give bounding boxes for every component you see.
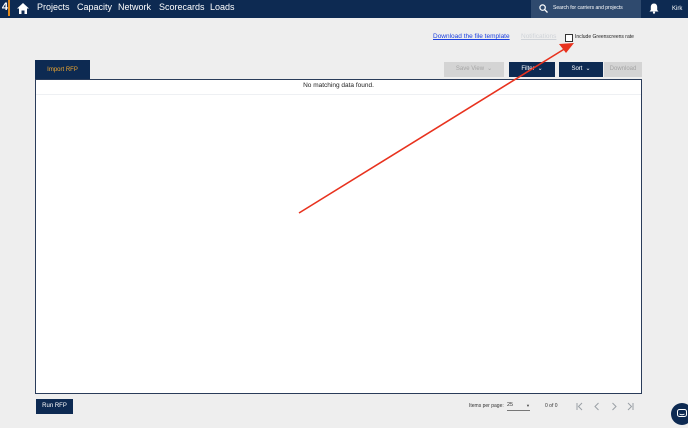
chevron-down-icon: ⌄ [487, 66, 493, 72]
previous-page-icon[interactable] [593, 402, 601, 411]
table-header-divider [36, 94, 641, 95]
search-input[interactable]: Search for carriers and projects [531, 0, 641, 18]
search-placeholder: Search for carriers and projects [553, 5, 623, 11]
items-per-page-value: 25 [507, 402, 514, 408]
sort-label: Sort [571, 66, 583, 72]
greenscreens-checkbox-label: Include Greenscreens rate [575, 34, 634, 40]
filter-label: Filter [521, 66, 535, 72]
filter-button[interactable]: Filter ⌄ [509, 62, 555, 77]
first-page-icon[interactable] [576, 402, 584, 411]
nav-projects[interactable]: Projects [37, 2, 70, 13]
save-view-button[interactable]: Save View ⌄ [444, 62, 504, 77]
items-per-page-label: Items per page: [469, 403, 504, 409]
nav-network[interactable]: Network [118, 2, 151, 13]
empty-state-message: No matching data found. [303, 82, 374, 89]
import-rfp-tab[interactable]: Import RFP [35, 60, 90, 80]
last-page-icon[interactable] [626, 402, 634, 411]
nav-capacity[interactable]: Capacity [77, 2, 112, 13]
bell-icon[interactable] [649, 3, 659, 14]
items-per-page-select[interactable]: 25 ▼ [507, 401, 530, 411]
top-nav-bar: 4 Projects Capacity Network Scorecards L… [0, 0, 688, 18]
nav-loads[interactable]: Loads [210, 2, 235, 13]
chat-icon [677, 409, 687, 417]
home-icon[interactable] [17, 3, 29, 14]
user-menu[interactable]: Kirk [672, 5, 682, 13]
app-logo[interactable]: 4 [0, 0, 10, 16]
download-template-link[interactable]: Download the file template [433, 33, 510, 41]
caret-down-icon: ▼ [526, 403, 530, 408]
greenscreens-checkbox[interactable] [565, 34, 573, 42]
chevron-down-icon: ⌄ [585, 66, 591, 72]
run-rfp-button[interactable]: Run RFP [36, 399, 73, 414]
pagination-range: 0 of 0 [545, 403, 558, 409]
download-button[interactable]: Download [604, 62, 642, 77]
sort-button[interactable]: Sort ⌄ [559, 62, 603, 77]
save-view-label: Save View [455, 66, 485, 72]
search-icon [539, 4, 548, 13]
chat-support-button[interactable] [671, 403, 688, 425]
rfp-table-panel: No matching data found. [35, 79, 642, 394]
next-page-icon[interactable] [610, 402, 618, 411]
nav-scorecards[interactable]: Scorecards [159, 2, 205, 13]
chevron-down-icon: ⌄ [537, 66, 543, 72]
notifications-link[interactable]: Notifications [521, 33, 556, 41]
